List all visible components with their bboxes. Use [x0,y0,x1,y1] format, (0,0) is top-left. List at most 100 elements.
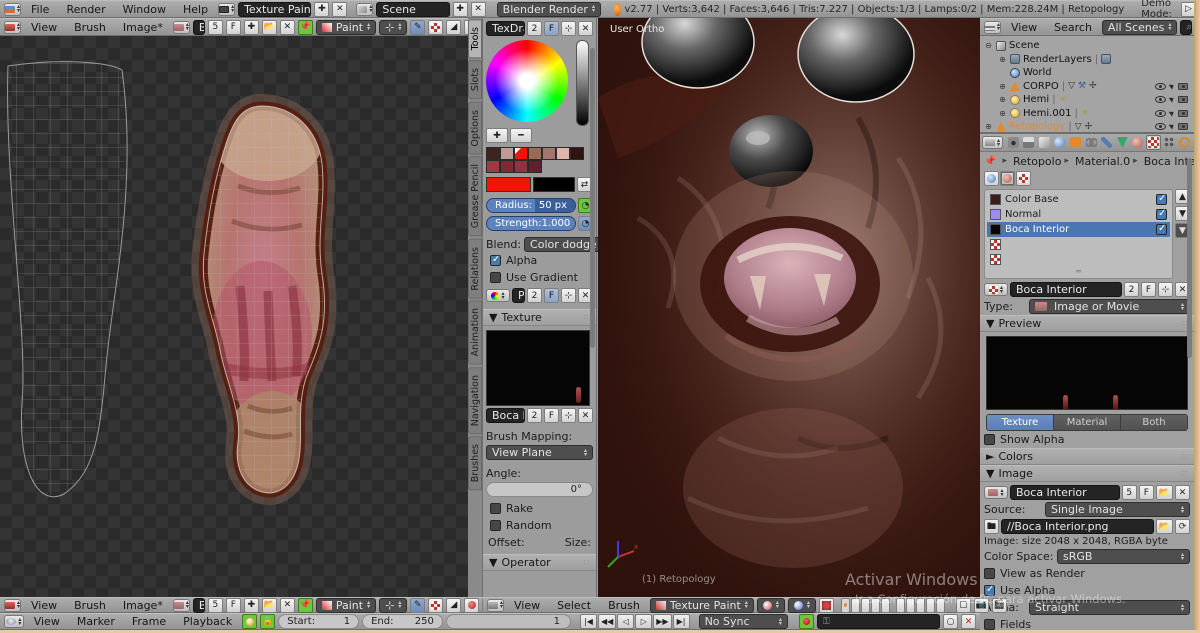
editor-type-button-properties[interactable]: ▴▾ [982,136,1003,149]
outliner-item-renderlayers[interactable]: ⊕RenderLayers| [984,53,1192,67]
editor-type-button-timeline[interactable]: ▴▾ [4,615,24,628]
image-open-button-props[interactable]: 📂 [1156,485,1173,500]
sync-mode-select[interactable]: No Sync▴▾ [699,614,788,629]
opengl-animation-button[interactable]: 🎬 [992,598,1007,613]
preview-texture-button[interactable]: Texture [987,415,1054,430]
tab-particles[interactable] [1162,135,1177,150]
palette-swatch[interactable] [486,147,500,160]
pivot-point-select[interactable]: ▴▾ [788,598,816,613]
palette-swatch[interactable] [514,160,528,173]
tab-render[interactable] [1006,135,1021,150]
palette-users-button[interactable]: 2 [527,288,542,303]
brush-mapping-select[interactable]: View Plane▴▾ [486,445,593,460]
image-mode-select[interactable]: Paint▴▾ [316,20,376,35]
palette-browse-button[interactable]: ▴▾ [486,289,510,302]
paint-mask-toggle[interactable] [428,20,443,35]
texture-users-button[interactable]: 2 [1124,282,1139,297]
image-new-button[interactable]: ✚ [244,20,259,35]
channel-red-toggle-2[interactable] [464,598,479,613]
view3d-menu-view[interactable]: View [507,598,547,613]
editor-type-button-outliner[interactable]: ▴▾ [984,21,1001,34]
screen-add-button[interactable]: ✚ [314,2,329,17]
outliner-filter-select[interactable]: All Scenes▴▾ [1102,20,1177,35]
jump-to-end-button[interactable]: ▶| [673,614,690,629]
play-reverse-button[interactable]: ◁ [617,614,634,629]
scene-delete-button[interactable]: ✕ [471,2,486,17]
pin-icon[interactable]: 📌 [984,156,996,167]
image-pin-button[interactable]: 📌 [298,20,313,35]
outliner-search-input[interactable]: ⌕ [1180,20,1192,35]
menu-file[interactable]: File [24,2,56,17]
slot-enable-checkbox[interactable] [1156,224,1167,235]
image-editor-canvas[interactable] [0,36,470,597]
texture-panel-header[interactable]: ▼Texture∷ [483,309,596,326]
fields-checkbox[interactable] [984,619,995,630]
image-mode-select-2[interactable]: Paint▴▾ [316,598,376,613]
image-browse-button[interactable]: ▴▾ [173,21,190,34]
brush-texture-field[interactable]: Boca Inter... [486,408,525,423]
image-menu-brush[interactable]: Brush [67,20,113,35]
tab-world[interactable] [1053,135,1068,150]
brush-users-button[interactable]: 2 [527,21,542,36]
editor-type-button-image[interactable]: ▴▾ [4,21,21,34]
palette-swatch[interactable] [528,160,542,173]
random-checkbox-row[interactable]: Random [486,517,593,534]
outliner-item-retopology[interactable]: ⊕Retopology |▽✢ [984,120,1192,134]
screen-name-field[interactable]: Texture Painting [238,2,311,17]
use-alpha-checkbox[interactable] [984,585,995,596]
tab-object[interactable] [1068,135,1083,150]
palette-datablock-field[interactable]: Palett [512,288,525,303]
timeline-menu-frame[interactable]: Frame [125,614,173,629]
material-texture-toggle[interactable] [1000,171,1015,186]
screen-browse-button[interactable]: ▴▾ [218,3,235,16]
cursor-icon[interactable] [1169,82,1176,89]
fields-row[interactable]: Fields [980,616,1194,630]
brush-texture-preview[interactable] [486,330,590,406]
tab-render-layers[interactable] [1021,135,1036,150]
breadcrumb-object[interactable]: Retopolo [1013,155,1061,168]
outliner-menu-search[interactable]: Search [1047,20,1099,35]
image-users-button-2[interactable]: 5 [208,598,223,613]
image-users-button[interactable]: 5 [208,20,223,35]
image-panel-header[interactable]: ▼Image∷ [980,465,1194,482]
paint-mask-toggle-2[interactable] [428,598,443,613]
tab-tools[interactable]: Tools [468,19,482,58]
image-pin-button-2[interactable]: 📌 [298,598,313,613]
menu-window[interactable]: Window [116,2,173,17]
timeline-menu-playback[interactable]: Playback [176,614,239,629]
image-filepath-field[interactable]: //Boca Interior.png [1001,519,1154,534]
insert-keyframe-button[interactable]: ○ [943,614,958,629]
menu-render[interactable]: Render [59,2,112,17]
world-texture-toggle[interactable] [984,171,999,186]
image-unlink-button-2[interactable]: ✕ [280,598,295,613]
brush-add-button[interactable]: ⊹ [561,21,576,36]
brush-texture-fake-user[interactable]: F [544,408,559,423]
image-open-button-2[interactable]: 📂 [262,598,277,613]
image-fake-user-button-props[interactable]: F [1139,485,1154,500]
paint-gradient-toggle[interactable]: ◢ [446,20,461,35]
editor-type-button-info[interactable]: ▴▾ [4,3,21,16]
alpha-checkbox-row[interactable]: Alpha [486,252,593,269]
random-checkbox[interactable] [490,520,501,531]
filepath-browse-button[interactable]: 📂 [1156,519,1173,534]
image-users-button-props[interactable]: 5 [1122,485,1137,500]
jump-to-start-button[interactable]: |◀ [580,614,597,629]
tab-data[interactable] [1115,135,1130,150]
texture-slot-empty[interactable] [987,252,1170,267]
image-browse-button-2[interactable]: ▴▾ [173,599,190,612]
eye-icon[interactable] [1155,123,1166,130]
lock-time-toggle[interactable]: 🔒 [260,614,275,629]
tab-scene[interactable] [1037,135,1052,150]
tab-physics[interactable] [1177,135,1192,150]
texture-type-select[interactable]: Image or Movie▴▾ [1029,299,1190,314]
texture-fake-user-button[interactable]: F [1141,282,1156,297]
image-menu-view-2[interactable]: View [24,598,64,613]
scene-name-field[interactable]: Scene [376,2,449,17]
palette-swatch[interactable] [570,147,584,160]
timeline-menu-marker[interactable]: Marker [70,614,122,629]
tab-texture[interactable] [1146,135,1161,150]
texture-datablock-field[interactable]: Boca Interior [1010,282,1122,297]
tab-navigation[interactable]: Navigation [468,367,482,434]
tool-shelf-scrollbar[interactable] [590,48,595,348]
paint-draw-toggle[interactable]: ✎ [410,20,425,35]
